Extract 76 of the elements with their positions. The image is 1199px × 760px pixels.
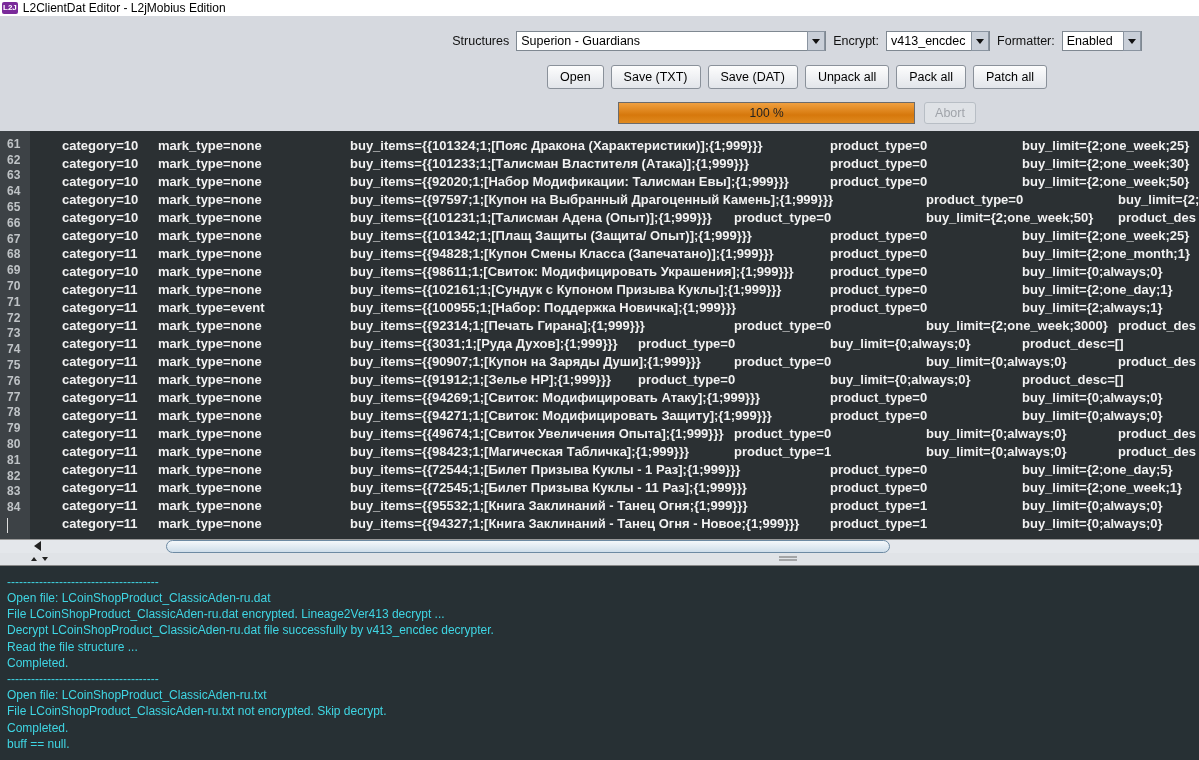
dropdown[interactable]: Superion - Guardians <box>516 30 827 51</box>
log-line: File LCoinShopProduct_ClassicAden-ru.txt not encrypted. Skip decrypt. <box>7 703 388 720</box>
toolbar-button[interactable]: Unpack all <box>804 64 890 89</box>
code-line: category=11 mark_type=none buy_items={{98423;1;[Магическая Табличка];{1;999}}} product_type=1 buy_limit={0;always;0} product_des <box>62 442 1197 461</box>
line-number: 75 <box>6 358 22 374</box>
line-number: 71 <box>6 294 22 311</box>
code-line: category=10 mark_type=none buy_items={{101233;1;[Талисман Властителя (Атака)];{1;999}}} product_type=0 buy_limit={2;one_week;30} <box>62 154 1191 173</box>
dropdown[interactable]: Enabled <box>1061 30 1142 51</box>
log-line: -------------------------------------- <box>7 671 160 688</box>
log-line: Read the file structure ... <box>7 638 139 655</box>
code-line: category=11 mark_type=none buy_items={{91912;1;[Зелье HP];{1;999}}} product_type=0 buy_limit={0;always;0} product_desc=[] <box>62 370 1125 389</box>
log-line: Completed. <box>7 719 70 736</box>
code-line: category=11 mark_type=none buy_items={{3031;1;[Руда Духов];{1;999}}} product_type=0 buy_limit={0;always;0} product_desc=[] <box>62 334 1125 353</box>
code-line: category=11 mark_type=none buy_items={{94269;1;[Свиток: Модифицировать Атаку];{1;999}}} product_type=0 buy_limit={0;always;0} <box>62 388 1164 407</box>
code-line: category=10 mark_type=none buy_items={{92020;1;[Набор Модификации: Талисман Евы];{1;999}}} product_type=0 buy_limit={2;one_week;50} <box>62 172 1191 191</box>
line-number: 65 <box>6 200 22 216</box>
code-line: category=10 mark_type=none buy_items={{98611;1;[Свиток: Модифицировать Украшения];{1;999}}} product_type=0 buy_limit={0;always;0} <box>62 262 1164 281</box>
line-number: 63 <box>6 168 22 185</box>
line-number: 74 <box>6 342 22 358</box>
text-cursor <box>7 518 8 533</box>
code-line: category=10 mark_type=none buy_items={{101324;1;[Пояс Дракона (Характеристики)];{1;999}}} product_type=0 buy_limit={2;one_week;25} <box>62 136 1191 155</box>
line-number: 80 <box>6 437 22 453</box>
log-line: Completed. <box>7 654 70 671</box>
selector-label: Encrypt: <box>833 33 880 48</box>
line-number: 76 <box>6 373 22 390</box>
code-line: category=11 mark_type=none buy_items={{72544;1;[Билет Призыва Куклы - 1 Раз];{1;999}}} product_type=0 buy_limit={2;one_day;5} <box>62 460 1174 479</box>
line-number: 72 <box>6 310 22 327</box>
line-number: 79 <box>6 421 22 437</box>
window-title: L2ClientDat Editor - L2jMobius Edition <box>22 0 226 15</box>
line-number: 70 <box>6 279 22 295</box>
selector-label: Structures <box>452 33 510 48</box>
line-number: 78 <box>6 405 22 422</box>
line-number: 68 <box>6 247 22 264</box>
line-number: 77 <box>6 389 22 406</box>
code-line: category=10 mark_type=none buy_items={{101231;1;[Талисман Адена (Опыт)];{1;999}}} product_type=0 buy_limit={2;one_week;50} product_des <box>62 208 1197 227</box>
toolbar-button[interactable]: Patch all <box>973 64 1047 89</box>
line-number: 84 <box>6 500 22 516</box>
log-line: -------------------------------------- <box>7 573 160 590</box>
code-line: category=11 mark_type=none buy_items={{49674;1;[Свиток Увеличения Опыта];{1;999}}} product_type=0 buy_limit={0;always;0} product_des <box>62 424 1197 443</box>
app-icon: L2J <box>2 1 18 14</box>
code-line: category=10 mark_type=none buy_items={{101342;1;[Плащ Защиты (Защита/ Опыт)];{1;999}}} product_type=0 buy_limit={2;one_week;25} <box>62 226 1191 245</box>
line-number: 66 <box>6 215 22 232</box>
expand-arrows-icon[interactable] <box>30 555 50 562</box>
splitter-grip-icon[interactable] <box>779 556 797 562</box>
line-number: 64 <box>6 184 22 201</box>
line-number: 73 <box>6 326 22 343</box>
progress-label: 100 % <box>748 105 785 120</box>
toolbar-button[interactable]: Save (DAT) <box>707 64 798 89</box>
toolbar-button[interactable]: Save (TXT) <box>610 64 701 89</box>
toolbar-button[interactable]: Pack all <box>896 64 967 89</box>
line-number: 67 <box>6 231 22 248</box>
code-line: category=11 mark_type=none buy_items={{90907;1;[Купон на Заряды Души];{1;999}}} product_type=0 buy_limit={0;always;0} product_des <box>62 352 1197 371</box>
line-number: 62 <box>6 152 22 169</box>
line-number: 81 <box>6 452 22 469</box>
log-line: File LCoinShopProduct_ClassicAden-ru.dat encrypted. Lineage2Ver413 decrypt ... <box>7 606 446 623</box>
line-number: 83 <box>6 484 22 501</box>
log-line: Open file: LCoinShopProduct_ClassicAden-ru.txt <box>7 687 268 704</box>
code-line: category=11 mark_type=none buy_items={{102161;1;[Сундук с Купоном Призыва Куклы];{1;999}}} product_type=0 buy_limit={2;one_day;1} <box>62 280 1174 299</box>
code-line: category=10 mark_type=none buy_items={{97597;1;[Купон на Выбранный Драгоценный Камень];{1;999}}} product_type=0 buy_limit={2; <box>62 190 1199 209</box>
dropdown[interactable]: v413_encdec <box>886 30 991 51</box>
line-number: 61 <box>6 136 22 153</box>
log-line: Open file: LCoinShopProduct_ClassicAden-ru.dat <box>7 589 272 607</box>
line-number: 82 <box>6 468 22 485</box>
code-line: category=11 mark_type=none buy_items={{94828;1;[Купон Смены Класса (Запечатано)];{1;999}}} product_type=0 buy_limit={2;one_month;1} <box>62 244 1191 263</box>
line-number: 69 <box>6 263 22 280</box>
log-line: Decrypt LCoinShopProduct_ClassicAden-ru.dat file successfully by v413_encdec decrypter. <box>7 622 495 639</box>
code-line: category=11 mark_type=none buy_items={{94271;1;[Свиток: Модифицировать Защиту];{1;999}}} product_type=0 buy_limit={0;always;0} <box>62 406 1164 425</box>
code-line: category=11 mark_type=none buy_items={{95532;1;[Книга Заклинаний - Танец Огня;{1;999}}} product_type=1 buy_limit={0;always;0} <box>62 496 1164 515</box>
code-line: category=11 mark_type=none buy_items={{94327;1;[Книга Заклинаний - Танец Огня - Новое;{1;999}}} product_type=1 buy_limit={0;always;0} <box>62 514 1164 533</box>
code-line: category=11 mark_type=none buy_items={{92314;1;[Печать Гирана];{1;999}}} product_type=0 buy_limit={2;one_week;3000} product_des <box>62 316 1197 335</box>
scrollbar-thumb[interactable] <box>166 539 890 553</box>
toolbar-button[interactable]: Open <box>547 64 604 89</box>
selector-label: Formatter: <box>997 33 1055 48</box>
code-line: category=11 mark_type=none buy_items={{72545;1;[Билет Призыва Куклы - 11 Раз];{1;999}}} product_type=0 buy_limit={2;one_week;1} <box>62 478 1184 497</box>
code-line: category=11 mark_type=event buy_items={{100955;1;[Набор: Поддержка Новичка];{1;999}}} product_type=0 buy_limit={2;always;1} <box>62 298 1164 317</box>
log-line: buff == null. <box>7 735 71 752</box>
